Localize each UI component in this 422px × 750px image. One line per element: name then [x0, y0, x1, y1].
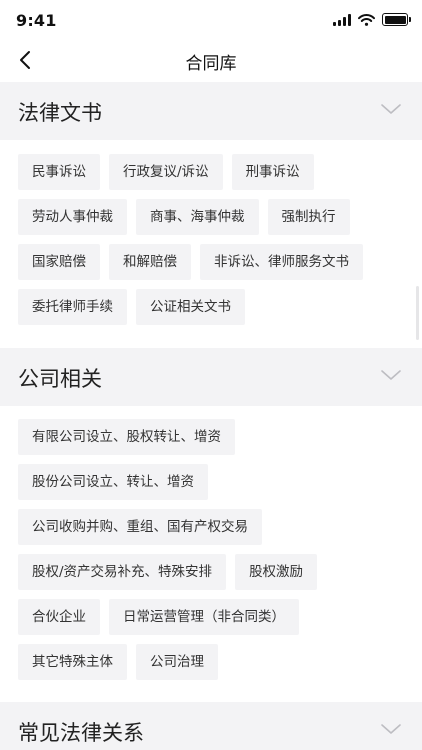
- tag-item[interactable]: 国家赔偿: [18, 244, 100, 280]
- status-time: 9:41: [16, 11, 57, 30]
- tag-item[interactable]: 民事诉讼: [18, 154, 100, 190]
- battery-icon: [382, 13, 411, 26]
- section-header-company[interactable]: 公司相关: [0, 348, 422, 406]
- chevron-down-icon: [381, 370, 401, 380]
- tag-item[interactable]: 有限公司设立、股权转让、增资: [18, 419, 235, 455]
- tag-list-legal-documents: 民事诉讼 行政复议/诉讼 刑事诉讼 劳动人事仲裁 商事、海事仲裁 强制执行 国家…: [18, 154, 404, 325]
- tag-item[interactable]: 公司收购并购、重组、国有产权交易: [18, 509, 262, 545]
- page-title: 合同库: [185, 54, 237, 74]
- tag-item[interactable]: 其它特殊主体: [18, 644, 127, 680]
- status-icons: [333, 13, 411, 26]
- tag-item[interactable]: 非诉讼、律师服务文书: [200, 244, 363, 280]
- section-title: 法律文书: [18, 101, 102, 125]
- tag-item[interactable]: 公证相关文书: [136, 289, 245, 325]
- section-title: 常见法律关系: [18, 721, 144, 745]
- tag-item[interactable]: 劳动人事仲裁: [18, 199, 127, 235]
- section-title: 公司相关: [18, 367, 102, 391]
- tag-item[interactable]: 行政复议/诉讼: [109, 154, 223, 190]
- tag-list-company: 有限公司设立、股权转让、增资 股份公司设立、转让、增资 公司收购并购、重组、国有…: [18, 419, 404, 680]
- tag-item[interactable]: 合伙企业: [18, 599, 100, 635]
- status-bar: 9:41: [0, 0, 422, 40]
- tag-item[interactable]: 股份公司设立、转让、增资: [18, 464, 208, 500]
- tag-item[interactable]: 公司治理: [136, 644, 218, 680]
- section-header-legal-documents[interactable]: 法律文书: [0, 82, 422, 140]
- tag-item[interactable]: 和解赔偿: [109, 244, 191, 280]
- section-header-common-legal-relations[interactable]: 常见法律关系: [0, 702, 422, 750]
- tag-item[interactable]: 委托律师手续: [18, 289, 127, 325]
- wifi-icon: [358, 13, 375, 26]
- cellular-signal-icon: [333, 13, 351, 26]
- scrollbar[interactable]: [416, 286, 419, 340]
- chevron-down-icon: [381, 104, 401, 114]
- tag-item[interactable]: 强制执行: [267, 199, 350, 235]
- tag-item[interactable]: 日常运营管理（非合同类）: [109, 599, 299, 635]
- tag-item[interactable]: 刑事诉讼: [231, 154, 314, 190]
- tag-item[interactable]: 股权激励: [235, 554, 318, 590]
- tag-item[interactable]: 商事、海事仲裁: [136, 199, 259, 235]
- chevron-down-icon: [381, 724, 401, 734]
- nav-bar: 合同库: [0, 40, 422, 82]
- tag-item[interactable]: 股权/资产交易补充、特殊安排: [18, 554, 227, 590]
